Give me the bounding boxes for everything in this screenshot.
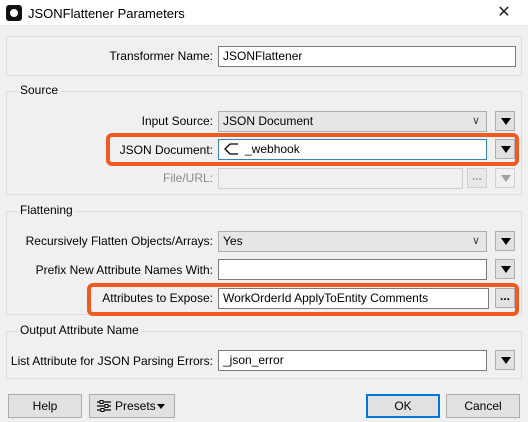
- file-url-menu-button[interactable]: [495, 168, 515, 188]
- flattening-group-title: Flattening: [17, 203, 76, 217]
- output-attribute-group-title: Output Attribute Name: [17, 323, 142, 337]
- input-source-label: Input Source:: [141, 114, 213, 128]
- recursive-flatten-menu-button[interactable]: [495, 231, 515, 251]
- source-group-title: Source: [17, 83, 62, 97]
- recursive-flatten-value: Yes: [223, 234, 243, 248]
- presets-icon: [97, 400, 111, 412]
- chevron-down-icon: ∨: [471, 115, 480, 127]
- presets-dropdown-icon: [157, 404, 165, 409]
- output-attribute-group: Output Attribute Name List Attribute for…: [6, 323, 522, 379]
- list-attribute-input[interactable]: _json_error: [218, 350, 487, 371]
- input-source-value: JSON Document: [223, 114, 314, 128]
- title-bar: JSONFlattener Parameters ✕: [0, 0, 528, 26]
- help-button[interactable]: Help: [8, 394, 82, 418]
- prefix-label: Prefix New Attribute Names With:: [35, 263, 213, 277]
- attributes-to-expose-highlight: [87, 283, 519, 316]
- window-title: JSONFlattener Parameters: [28, 6, 185, 21]
- file-url-browse-button[interactable]: ...: [467, 168, 487, 188]
- presets-label: Presets: [115, 399, 156, 413]
- transformer-name-input[interactable]: JSONFlattener: [218, 46, 516, 67]
- chevron-down-icon: ∨: [471, 235, 480, 247]
- prefix-menu-button[interactable]: [495, 259, 515, 279]
- ok-button[interactable]: OK: [366, 394, 440, 418]
- recursive-flatten-select[interactable]: Yes ∨: [218, 231, 487, 252]
- list-attribute-menu-button[interactable]: [495, 350, 515, 370]
- file-url-input[interactable]: [218, 168, 463, 189]
- presets-button[interactable]: Presets: [89, 394, 175, 418]
- input-source-menu-button[interactable]: [495, 111, 515, 131]
- file-url-label: File/URL:: [162, 171, 213, 185]
- prefix-input[interactable]: [218, 259, 487, 280]
- input-source-select[interactable]: JSON Document ∨: [218, 111, 487, 132]
- recursive-flatten-label: Recursively Flatten Objects/Arrays:: [25, 234, 213, 248]
- transformer-name-group: Transformer Name: JSONFlattener: [6, 36, 522, 76]
- fme-app-icon: [6, 5, 22, 21]
- transformer-name-label: Transformer Name:: [109, 49, 213, 63]
- list-attribute-label: List Attribute for JSON Parsing Errors:: [10, 354, 213, 368]
- json-document-highlight: [106, 133, 519, 166]
- close-icon[interactable]: ✕: [484, 0, 524, 26]
- cancel-button[interactable]: Cancel: [446, 394, 520, 418]
